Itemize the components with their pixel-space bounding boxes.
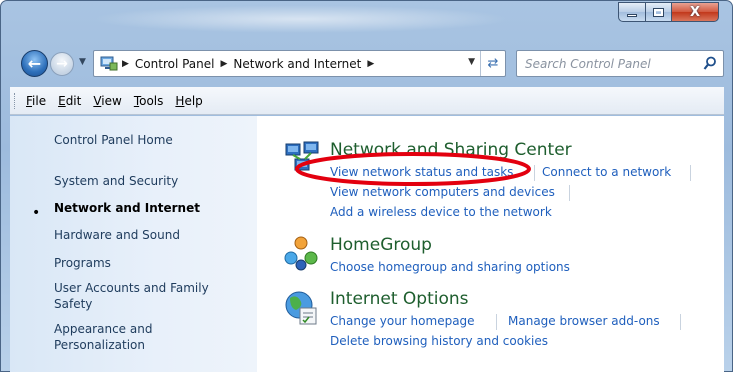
menu-help-rest: elp bbox=[184, 93, 203, 108]
window-frame: X ← → ▼ ▶ Control Panel ▶ Network and In… bbox=[0, 0, 733, 372]
forward-button[interactable]: → bbox=[50, 52, 74, 76]
sidebar-item-user-accounts[interactable]: User Accounts and Family Safety bbox=[54, 280, 224, 312]
menu-help[interactable]: Help bbox=[175, 94, 202, 108]
close-button[interactable]: X bbox=[671, 2, 719, 22]
back-arrow-icon: ← bbox=[27, 54, 42, 73]
address-dropdown-icon[interactable]: ▼ bbox=[468, 57, 475, 67]
menu-edit-accel: E bbox=[58, 93, 66, 108]
menu-edit-rest: dit bbox=[65, 93, 82, 108]
menu-tools-rest: ools bbox=[139, 93, 164, 108]
network-center-icon bbox=[285, 141, 319, 171]
internet-options-icon bbox=[285, 291, 317, 325]
choose-homegroup-link[interactable]: Choose homegroup and sharing options bbox=[330, 260, 570, 274]
minimize-button[interactable] bbox=[618, 2, 646, 22]
view-network-status-link[interactable]: View network status and tasks bbox=[330, 165, 513, 179]
minimize-icon bbox=[627, 13, 637, 17]
recent-pages-dropdown[interactable]: ▼ bbox=[79, 57, 86, 67]
menu-file-rest: ile bbox=[32, 93, 47, 108]
active-bullet: • bbox=[32, 205, 41, 221]
menu-view-rest: iew bbox=[101, 93, 122, 108]
breadcrumb: ▶ Control Panel ▶ Network and Internet ▶ bbox=[122, 57, 374, 71]
homegroup-icon bbox=[284, 236, 318, 271]
sidebar-item-hardware-and-sound[interactable]: Hardware and Sound bbox=[54, 227, 180, 243]
internet-options-title[interactable]: Internet Options bbox=[330, 289, 469, 309]
breadcrumb-control-panel[interactable]: Control Panel bbox=[135, 57, 215, 71]
forward-arrow-icon: → bbox=[56, 56, 68, 72]
breadcrumb-separator[interactable]: ▶ bbox=[122, 57, 129, 71]
menu-view[interactable]: View bbox=[93, 94, 121, 108]
sidebar-item-programs[interactable]: Programs bbox=[54, 255, 111, 271]
task-separator bbox=[534, 165, 535, 181]
sidebar-item-appearance[interactable]: Appearance and Personalization bbox=[54, 321, 194, 353]
menu-grip bbox=[14, 92, 16, 109]
menu-tools[interactable]: Tools bbox=[134, 94, 164, 108]
breadcrumb-separator[interactable]: ▶ bbox=[367, 57, 374, 71]
network-and-sharing-center-title[interactable]: Network and Sharing Center bbox=[330, 140, 572, 160]
task-separator bbox=[496, 314, 497, 330]
view-network-computers-link[interactable]: View network computers and devices bbox=[330, 185, 555, 199]
search-icon[interactable] bbox=[703, 56, 717, 71]
connect-to-network-link[interactable]: Connect to a network bbox=[542, 165, 671, 179]
delete-browsing-history-link[interactable]: Delete browsing history and cookies bbox=[330, 334, 548, 348]
content-area: Control Panel Home System and Security •… bbox=[10, 116, 724, 372]
title-bar[interactable]: X bbox=[1, 1, 732, 35]
back-button[interactable]: ← bbox=[21, 50, 48, 77]
title-glow bbox=[91, 5, 511, 33]
menu-bar: File Edit View Tools Help bbox=[10, 87, 724, 115]
left-pane: Control Panel Home System and Security •… bbox=[10, 116, 257, 372]
sidebar-item-system-and-security[interactable]: System and Security bbox=[54, 173, 178, 189]
task-separator bbox=[680, 314, 681, 330]
control-panel-icon bbox=[100, 56, 118, 71]
manage-browser-addons-link[interactable]: Manage browser add-ons bbox=[508, 314, 660, 328]
maximize-button[interactable] bbox=[645, 2, 672, 22]
navigation-row: ← → ▼ ▶ Control Panel ▶ Network and Inte… bbox=[1, 47, 732, 79]
refresh-icon: ⇄ bbox=[487, 56, 499, 71]
task-separator bbox=[690, 165, 691, 181]
breadcrumb-separator[interactable]: ▶ bbox=[221, 57, 228, 71]
maximize-icon bbox=[653, 7, 664, 17]
breadcrumb-network-and-internet[interactable]: Network and Internet bbox=[233, 57, 361, 71]
sidebar-item-network-and-internet[interactable]: Network and Internet bbox=[54, 200, 200, 216]
task-separator bbox=[569, 185, 570, 201]
search-box[interactable]: Search Control Panel bbox=[516, 50, 724, 77]
menu-edit[interactable]: Edit bbox=[58, 94, 81, 108]
right-pane: Network and Sharing Center View network … bbox=[258, 116, 724, 372]
refresh-button[interactable]: ⇄ bbox=[480, 51, 505, 76]
sidebar-item-control-panel-home[interactable]: Control Panel Home bbox=[54, 132, 173, 148]
add-wireless-device-link[interactable]: Add a wireless device to the network bbox=[330, 205, 552, 219]
address-bar[interactable]: ▶ Control Panel ▶ Network and Internet ▶… bbox=[93, 50, 506, 77]
menu-file[interactable]: File bbox=[26, 94, 46, 108]
search-input[interactable]: Search Control Panel bbox=[525, 57, 651, 71]
homegroup-title[interactable]: HomeGroup bbox=[330, 235, 432, 255]
change-homepage-link[interactable]: Change your homepage bbox=[330, 314, 475, 328]
close-icon: X bbox=[689, 4, 701, 20]
